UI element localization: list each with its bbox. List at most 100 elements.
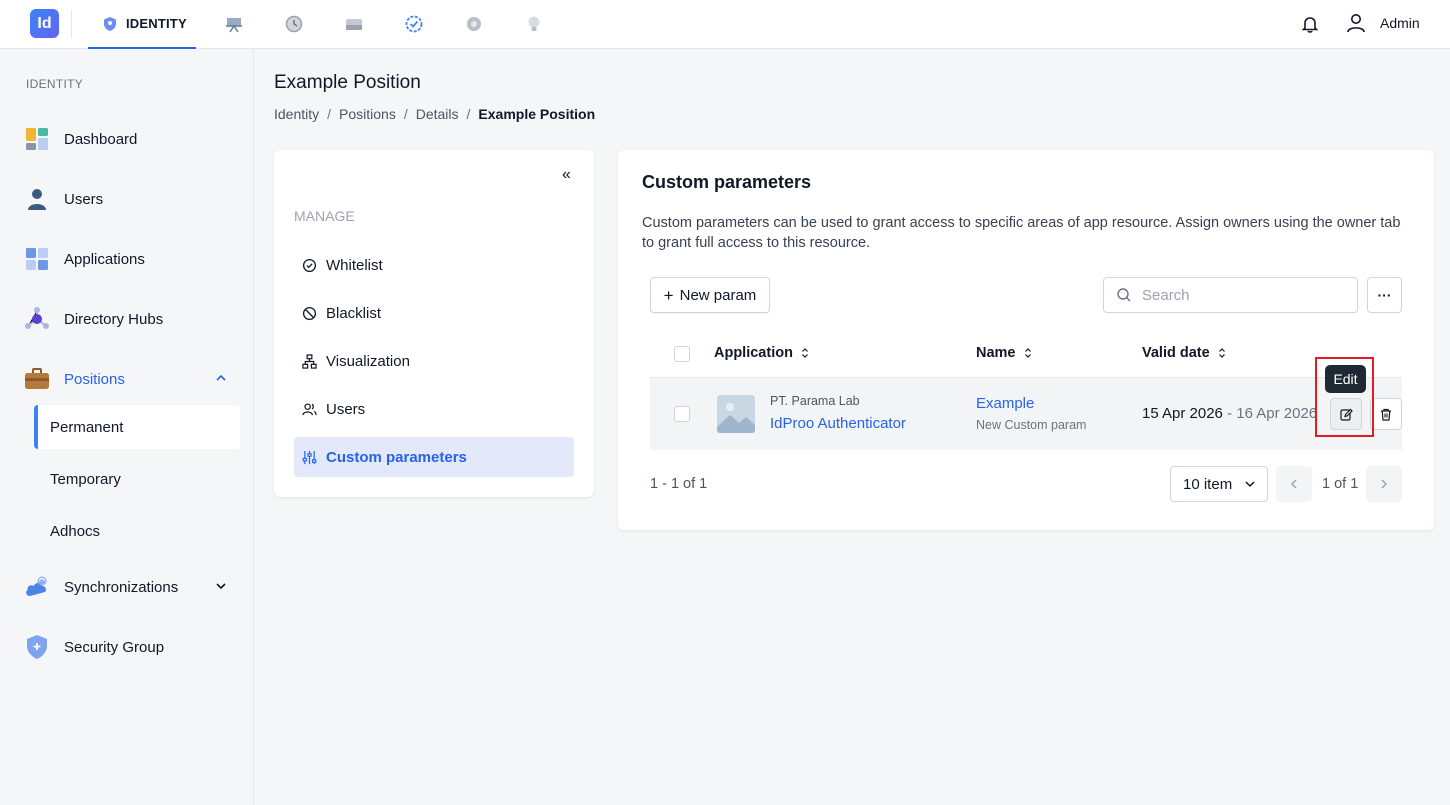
sidebar-item-security-group[interactable]: Security Group [24,627,234,667]
column-valid-date[interactable]: Valid date [1142,345,1226,361]
sidebar-subitem-temporary[interactable]: Temporary [34,457,240,501]
sort-icon [1218,348,1225,358]
manage-item-label: Users [326,400,366,418]
nav-identity-label: IDENTITY [126,16,187,31]
sliders-icon [302,450,317,464]
applications-icon [24,246,50,272]
sidebar-item-label: Applications [64,250,145,268]
manage-item-label: Blacklist [326,304,382,322]
manage-item-custom-parameters[interactable]: Custom parameters [294,437,574,477]
notification-bell-icon[interactable] [1299,13,1321,35]
page-size-select[interactable]: 10 item [1170,466,1268,502]
table-row: PT. Parama Lab IdProo Authenticator Exam… [650,378,1402,450]
param-description: New Custom param [976,418,1087,432]
dashboard-icon [24,126,50,152]
app-logo[interactable]: Id [30,9,59,38]
collapse-panel-button[interactable]: « [562,166,571,184]
application-image-placeholder [717,395,755,433]
manage-item-blacklist[interactable]: Blacklist [294,293,574,333]
more-options-button[interactable]: ··· [1367,277,1402,313]
manage-item-users[interactable]: Users [294,389,574,429]
page-indicator: 1 of 1 [1322,476,1359,492]
row-checkbox[interactable] [674,406,690,422]
table-header: Application Name Valid date [650,336,1402,378]
column-label: Name [976,345,1016,361]
manage-item-label: Visualization [326,352,410,370]
new-param-button[interactable]: + New param [650,277,770,313]
top-bar: Id IDENTITY Admin [0,0,1450,49]
pagination-range: 1 - 1 of 1 [650,476,708,492]
chevron-up-icon[interactable] [214,371,228,385]
column-label: Application [714,345,793,361]
user-name[interactable]: Admin [1380,15,1420,31]
breadcrumb-identity[interactable]: Identity [274,106,319,122]
sidebar-item-applications[interactable]: Applications [24,239,234,279]
hierarchy-icon [302,353,317,369]
page-title: Example Position [274,72,421,93]
sidebar-subitem-permanent[interactable]: Permanent [34,405,240,449]
breadcrumb-separator: / [466,106,471,122]
param-name-link[interactable]: Example [976,395,1034,412]
sidebar-item-label: Directory Hubs [64,310,164,328]
sidebar-subitem-adhocs[interactable]: Adhocs [34,509,240,553]
users-icon [302,402,317,415]
sort-icon [802,348,808,358]
edit-tooltip: Edit [1325,365,1366,393]
next-page-button[interactable] [1366,466,1402,502]
manage-panel: « MANAGE Whitelist Blacklist Visualizati… [274,150,594,497]
manage-item-whitelist[interactable]: Whitelist [294,245,574,285]
sidebar-item-users[interactable]: Users [24,179,234,219]
chevron-left-icon [1290,479,1297,489]
sidebar-item-directory-hubs[interactable]: Directory Hubs [24,299,234,339]
search-icon [1117,288,1131,302]
nav-history-icon[interactable] [283,13,305,35]
sidebar-item-label: Synchronizations [64,578,179,596]
nav-lightbulb-icon[interactable] [523,13,545,35]
sidebar-item-synchronizations[interactable]: Synchronizations [24,567,234,607]
breadcrumb: Identity / Positions / Details / Example… [274,106,595,122]
user-icon [24,186,50,212]
valid-date: 15 Apr 2026 - 16 Apr 2026 [1142,405,1318,422]
page-size-value: 10 item [1183,475,1233,493]
manage-item-label: Whitelist [326,256,383,274]
briefcase-icon [24,366,50,392]
column-name[interactable]: Name [976,345,1032,361]
sidebar-item-dashboard[interactable]: Dashboard [24,119,234,159]
sidebar-item-label: Positions [64,370,125,388]
sidebar: IDENTITY Dashboard Users Applications Di… [0,49,254,805]
sort-icon [1024,348,1031,358]
section-description: Custom parameters can be used to grant a… [642,215,1401,251]
delete-button[interactable] [1370,398,1402,430]
column-application[interactable]: Application [714,345,809,361]
chevron-down-icon[interactable] [214,579,228,593]
nav-presentation-icon[interactable] [223,13,245,35]
valid-end-date: - 16 Apr 2026 [1227,405,1318,422]
cloud-sync-icon [24,574,50,600]
search-input[interactable] [1142,286,1342,304]
new-param-label: New param [679,286,757,304]
application-link[interactable]: IdProo Authenticator [770,415,906,432]
search-field[interactable] [1103,277,1358,313]
select-all-checkbox[interactable] [674,346,690,362]
sidebar-section-title: IDENTITY [26,77,84,91]
manage-item-visualization[interactable]: Visualization [294,341,574,381]
shield-icon [104,16,116,31]
breadcrumb-details[interactable]: Details [416,106,459,122]
user-avatar-icon[interactable] [1345,12,1367,34]
check-circle-icon [302,258,317,272]
nav-storage-icon[interactable] [343,13,365,35]
shield-icon [24,634,50,660]
breadcrumb-positions[interactable]: Positions [339,106,396,122]
nav-check-icon[interactable] [403,13,425,35]
plus-icon: + [663,285,674,305]
nav-identity[interactable]: IDENTITY [88,0,196,49]
section-title: Custom parameters [642,172,812,192]
sidebar-item-positions[interactable]: Positions [24,359,234,399]
divider [71,10,72,38]
previous-page-button[interactable] [1276,466,1312,502]
sidebar-item-label: Users [64,190,104,208]
breadcrumb-current: Example Position [478,106,596,122]
nav-settings-icon[interactable] [463,13,485,35]
sidebar-item-label: Security Group [64,638,165,656]
directory-hub-icon [24,306,50,332]
